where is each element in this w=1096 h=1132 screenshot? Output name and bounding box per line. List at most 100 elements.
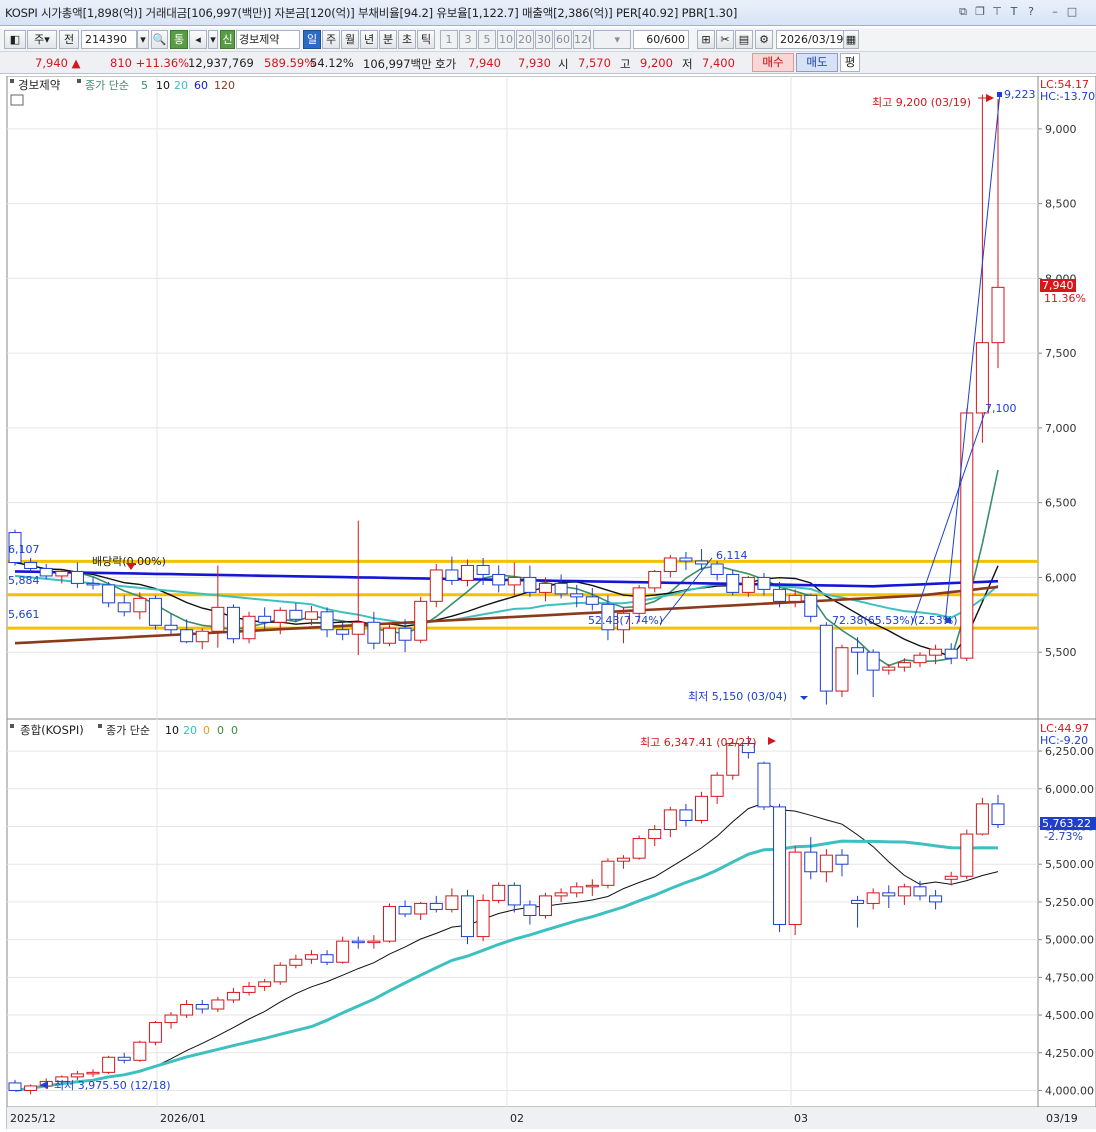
candle-body	[632, 587, 646, 614]
type-badge: 신	[220, 30, 235, 49]
candle-body	[289, 609, 303, 620]
index-candle-body	[804, 851, 818, 873]
interval-button-10[interactable]: 10	[497, 30, 515, 49]
index-candle-body	[304, 954, 318, 960]
help-icon[interactable]: ?	[1024, 5, 1038, 19]
code-dropdown[interactable]: ▾	[137, 30, 149, 49]
period-button-3[interactable]: 년	[360, 30, 378, 49]
market-select[interactable]: 주▾	[27, 30, 57, 49]
anno-pct2: 72.38(65.53%)(2.53%)	[832, 614, 958, 627]
chart-menu-button[interactable]: ◧	[4, 30, 26, 49]
index-candle-body	[24, 1085, 38, 1091]
interval-button-1[interactable]: 1	[440, 30, 458, 49]
volume: 12,937,769	[188, 56, 254, 70]
sound-icon[interactable]: ◂	[189, 30, 207, 49]
quote-bar: 7,940 ▲ 810 +11.36% 12,937,769 589.59% 5…	[0, 52, 1096, 74]
panel1-ma-period: 60	[194, 79, 208, 92]
data-count-field[interactable]: 60/600	[633, 30, 689, 49]
legend-bullet	[77, 79, 81, 83]
scope-button[interactable]: 전	[59, 30, 79, 49]
index-candle-body	[258, 981, 272, 987]
minimize-icon[interactable]: –	[1048, 5, 1062, 19]
maximize-icon[interactable]: □	[1065, 5, 1079, 19]
interval-button-60[interactable]: 60	[554, 30, 572, 49]
panel2-ma-period: 20	[183, 724, 197, 737]
panel2-hc: HC:-9.20	[1040, 734, 1088, 747]
gear-icon[interactable]: ⚙	[755, 30, 773, 49]
ytick-label-p2: 5,500.00	[1045, 858, 1094, 871]
buy-button[interactable]: 매수	[752, 53, 794, 72]
date-field[interactable]: 2026/03/19	[776, 30, 844, 49]
search-icon[interactable]: 🔍	[151, 30, 168, 49]
legend-bullet	[98, 724, 102, 728]
panel2-ma-period: 10	[165, 724, 179, 737]
ytick-label-p1: 7,500	[1045, 347, 1077, 360]
chart-labels: 9,0008,5008,0007,5007,0006,5006,0005,500…	[8, 78, 1096, 1125]
grid-lines	[6, 75, 1096, 1130]
candle-body	[180, 629, 194, 643]
interval-button-3[interactable]: 3	[459, 30, 477, 49]
panel2-ma-label: 종가 단순	[106, 724, 150, 737]
save-icon[interactable]: ▤	[735, 30, 753, 49]
tong-button[interactable]: 통	[170, 30, 188, 49]
stock-code-input[interactable]: 214390	[81, 30, 137, 49]
index-candle-body	[585, 884, 599, 888]
calendar-icon[interactable]: ▦	[843, 30, 859, 49]
index-candle-body	[102, 1056, 116, 1073]
ytick-label-p2: 4,250.00	[1045, 1047, 1094, 1060]
candle-body	[773, 588, 787, 602]
ytick-label-p1: 6,000	[1045, 571, 1077, 584]
candle-body	[663, 557, 677, 572]
bid-price: 7,930	[518, 56, 551, 70]
index-candle-body	[195, 1003, 209, 1010]
period-button-1[interactable]: 주	[322, 30, 340, 49]
candle-body	[804, 594, 818, 617]
interval-button-5[interactable]: 5	[478, 30, 496, 49]
text-icon[interactable]: T	[1007, 5, 1021, 19]
index-candle-body	[367, 940, 381, 944]
period-button-5[interactable]: 초	[398, 30, 416, 49]
sell-button[interactable]: 매도	[796, 53, 838, 72]
tool-icon[interactable]: ✂	[716, 30, 734, 49]
price-panel[interactable]	[7, 92, 1038, 705]
index-candle-body	[944, 875, 958, 880]
restore-icon[interactable]: ⧉	[956, 5, 970, 19]
turnover: 54.12%	[310, 56, 354, 70]
panel2-name: 종합(KOSPI)	[20, 723, 84, 737]
candle-body	[476, 564, 490, 575]
panel2-ma-period: 0	[217, 724, 224, 737]
custom-interval-select[interactable]: ▾	[593, 30, 631, 49]
index-candle-body	[539, 895, 553, 916]
zoom-icon[interactable]: ⊞	[697, 30, 715, 49]
window-icon[interactable]: ❐	[973, 5, 987, 19]
index-candle-body	[570, 886, 584, 894]
period-button-0[interactable]: 일	[303, 30, 321, 49]
period-button-4[interactable]: 분	[379, 30, 397, 49]
index-candle-body	[398, 905, 412, 915]
candle-body	[929, 648, 943, 656]
interval-button-120[interactable]: 120	[573, 30, 591, 49]
pin-icon[interactable]: ⊤	[990, 5, 1004, 19]
sound-dropdown[interactable]: ▾	[208, 30, 218, 49]
legend-bullet	[10, 724, 14, 728]
candle-body	[648, 570, 662, 589]
candle-body	[304, 611, 318, 620]
index-candle-body	[648, 829, 662, 840]
index-candle-body	[835, 854, 849, 865]
interval-button-30[interactable]: 30	[535, 30, 553, 49]
interval-button-20[interactable]: 20	[516, 30, 534, 49]
index-candle-body	[242, 985, 256, 993]
chart-area[interactable]: 9,000 8,500 8,000 7,500 7,000 6,500 6,000 5,500…	[0, 75, 1096, 1130]
period-button-6[interactable]: 틱	[417, 30, 435, 49]
index-candle-body	[975, 803, 989, 835]
chart-svg[interactable]: 9,0008,5008,0007,5007,0006,5006,0005,500…	[0, 75, 1096, 1130]
index-candle-body	[429, 902, 443, 910]
candle-body	[788, 594, 802, 602]
candle-body	[258, 615, 272, 623]
eval-button[interactable]: 평	[840, 53, 860, 72]
index-candle-body	[320, 954, 334, 963]
period-button-2[interactable]: 월	[341, 30, 359, 49]
candle-body	[991, 286, 1005, 344]
stock-name-field[interactable]: 경보제약	[236, 30, 300, 49]
index-candle-body	[445, 895, 459, 910]
